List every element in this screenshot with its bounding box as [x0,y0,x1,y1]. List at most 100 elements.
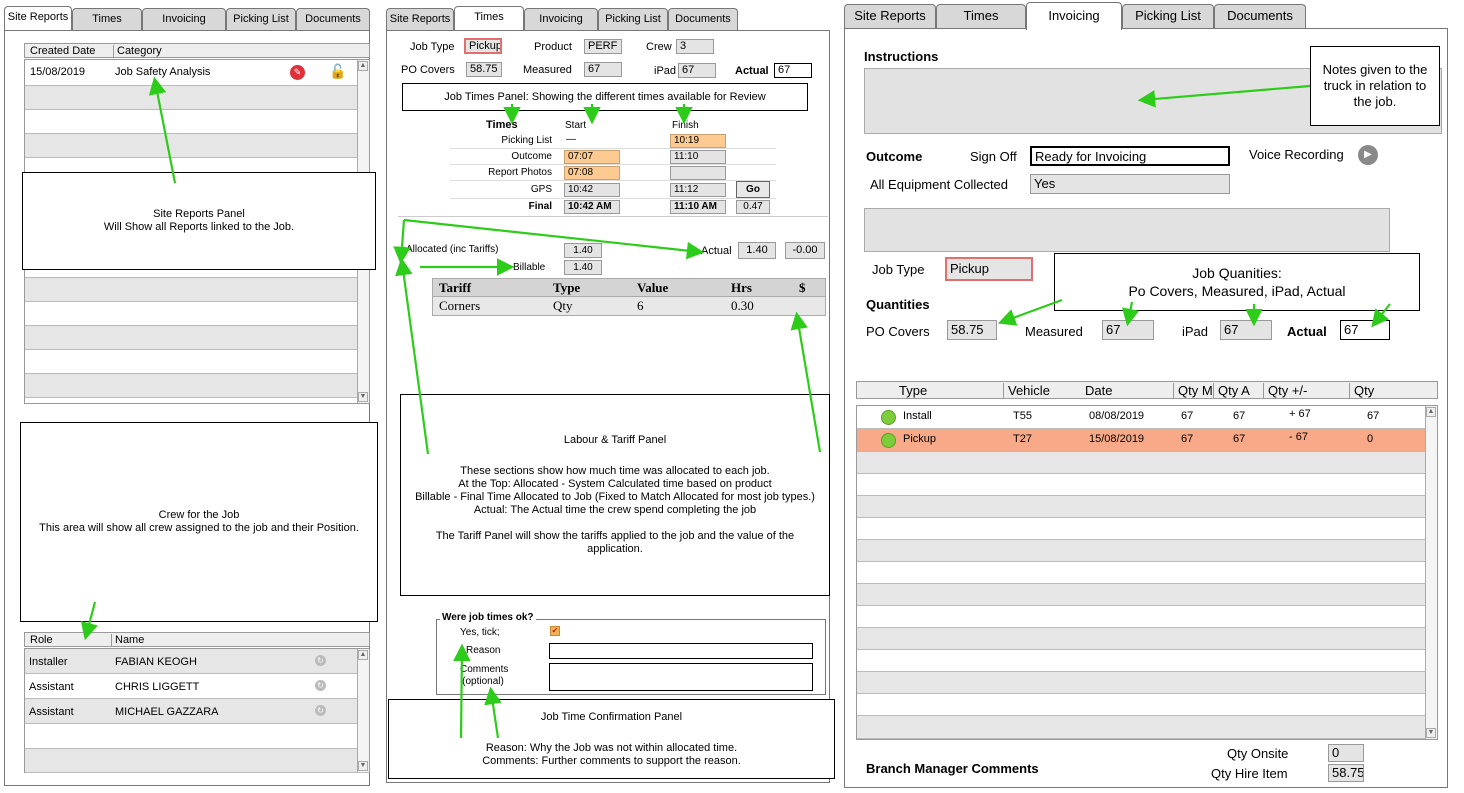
notes-note-text: Notes given to the truck in relation to … [1322,62,1428,109]
tariff-name: Corners [439,298,481,313]
crew-role: Installer [29,656,68,668]
row-qty-diff: + 67 [1289,408,1311,420]
row-qty-a: 67 [1233,410,1246,422]
times-start: 10:42 AM [564,200,620,214]
crew-row[interactable]: Installer FABIAN KEOGH ↻ [25,649,369,674]
tab-times[interactable]: Times [936,4,1026,28]
row-type: Pickup [903,433,937,445]
crew-row[interactable]: Assistant MICHAEL GAZZARA ↻ [25,699,369,724]
report-row [25,326,369,350]
outcome-notes-field[interactable] [864,208,1390,252]
tab-invoicing[interactable]: Invoicing [524,8,598,30]
invoice-row [857,672,1437,694]
row-date: 15/08/2019 [1089,433,1145,445]
po-covers-label: PO Covers [866,324,930,339]
tab-documents[interactable]: Documents [296,8,370,30]
site-reports-note: Site Reports Panel Will Show all Reports… [22,172,376,270]
labour-note-line: These sections show how much time was al… [460,465,770,477]
tab-picking-list[interactable]: Picking List [598,8,668,30]
job-type-field: Pickup [945,257,1033,281]
times-row-label: Picking List [501,135,552,146]
scroll-up-icon[interactable]: ▲ [358,650,368,660]
job-type-label: Job Type [410,41,455,53]
actual-field[interactable]: 67 [1340,320,1390,340]
tab-picking-list[interactable]: Picking List [1122,4,1214,28]
col-category: Category [113,45,162,57]
scroll-up-icon[interactable]: ▲ [358,61,368,71]
crew-row [25,724,369,749]
qty-onsite-field: 0 [1328,744,1364,762]
po-covers-field: 58.75 [947,320,997,340]
scroll-down-icon[interactable]: ▼ [358,392,368,402]
tab-times[interactable]: Times [72,8,142,30]
times-table: Picking List — 10:19 Outcome 07:07 11:10… [450,133,776,215]
comments-input[interactable] [549,663,813,691]
equipment-label: All Equipment Collected [870,177,1009,192]
crew-scrollbar[interactable]: ▲ ▼ [357,649,369,772]
crew-role: Assistant [29,681,74,693]
row-qty-diff: - 67 [1289,431,1308,443]
tab-site-reports[interactable]: Site Reports [386,8,454,30]
site-reports-note-title: Site Reports Panel [153,208,245,220]
crew-role: Assistant [29,706,74,718]
equipment-field: Yes [1030,174,1230,194]
invoice-row [857,628,1437,650]
tab-documents[interactable]: Documents [668,8,738,30]
times-note-text: Job Times Panel: Showing the different t… [444,90,766,103]
allocated-label: Allocated (inc Tariffs) [406,244,499,255]
row-qty-m: 67 [1181,410,1194,422]
invoice-row-selected[interactable]: Pickup T27 15/08/2019 67 67 - 67 0 [857,429,1437,452]
tariff-col-type: Type [553,280,581,295]
yes-tick-label: Yes, tick; [460,627,500,638]
signoff-label: Sign Off [970,149,1017,164]
status-green-icon [881,433,896,448]
scroll-down-icon[interactable]: ▼ [1426,728,1436,738]
tariff-row[interactable]: Corners Qty 6 0.30 [432,297,826,316]
edit-report-icon[interactable]: ✎ [290,65,305,80]
invoicing-grid: Install T55 08/08/2019 67 67 + 67 67 Pic… [856,405,1438,740]
yes-checkbox[interactable]: ✔ [550,626,560,636]
reports-grid-header: Created Date Category [24,43,370,58]
tab-invoicing[interactable]: Invoicing [1026,2,1122,30]
qty-onsite-label: Qty Onsite [1227,746,1289,761]
tab-site-reports[interactable]: Site Reports [844,4,936,28]
go-button[interactable]: Go [736,181,770,198]
invoice-row[interactable]: Install T55 08/08/2019 67 67 + 67 67 [857,406,1437,429]
scroll-up-icon[interactable]: ▲ [1426,407,1436,417]
actual-field[interactable]: 67 [774,63,812,78]
times-start: 07:07 [564,150,620,164]
actual-hours-label: Actual [701,245,732,257]
crew-note: Crew for the Job This area will show all… [20,422,378,622]
unlock-icon[interactable]: 🔓 [329,63,346,80]
play-icon[interactable]: ▶ [1358,145,1378,165]
tab-site-reports[interactable]: Site Reports [4,6,72,30]
product-field: PERF [584,39,622,54]
crew-action-icon[interactable]: ↻ [315,680,326,691]
ipad-field: 67 [678,63,716,78]
reason-input[interactable] [549,643,813,659]
crew-action-icon[interactable]: ↻ [315,655,326,666]
tab-documents[interactable]: Documents [1214,4,1306,28]
report-row[interactable]: 15/08/2019 Job Safety Analysis ✎ 🔓 [25,60,369,86]
crew-row[interactable]: Assistant CHRIS LIGGETT ↻ [25,674,369,699]
labour-note-title: Labour & Tariff Panel [563,434,667,446]
measured-label: Measured [523,64,572,76]
tab-invoicing[interactable]: Invoicing [142,8,226,30]
signoff-field[interactable]: Ready for Invoicing [1030,146,1230,166]
report-row [25,374,369,398]
tab-times[interactable]: Times [454,6,524,30]
crew-action-icon[interactable]: ↻ [315,705,326,716]
scroll-down-icon[interactable]: ▼ [358,761,368,771]
crew-field: 3 [676,39,714,54]
invoicing-scrollbar[interactable]: ▲ ▼ [1425,406,1437,739]
crew-name: CHRIS LIGGETT [115,681,200,693]
report-date: 15/08/2019 [30,66,86,78]
tariff-col-tariff: Tariff [439,280,472,295]
row-qty: 67 [1367,410,1380,422]
confirm-note-title: Job Time Confirmation Panel [540,710,683,723]
times-finish: 11:10 [670,150,726,164]
tab-picking-list[interactable]: Picking List [226,8,296,30]
labour-note-line: The Tariff Panel will show the tariffs a… [435,530,795,555]
crew-note-title: Crew for the Job [158,509,240,521]
times-row-picking: Picking List — 10:19 [450,133,776,149]
